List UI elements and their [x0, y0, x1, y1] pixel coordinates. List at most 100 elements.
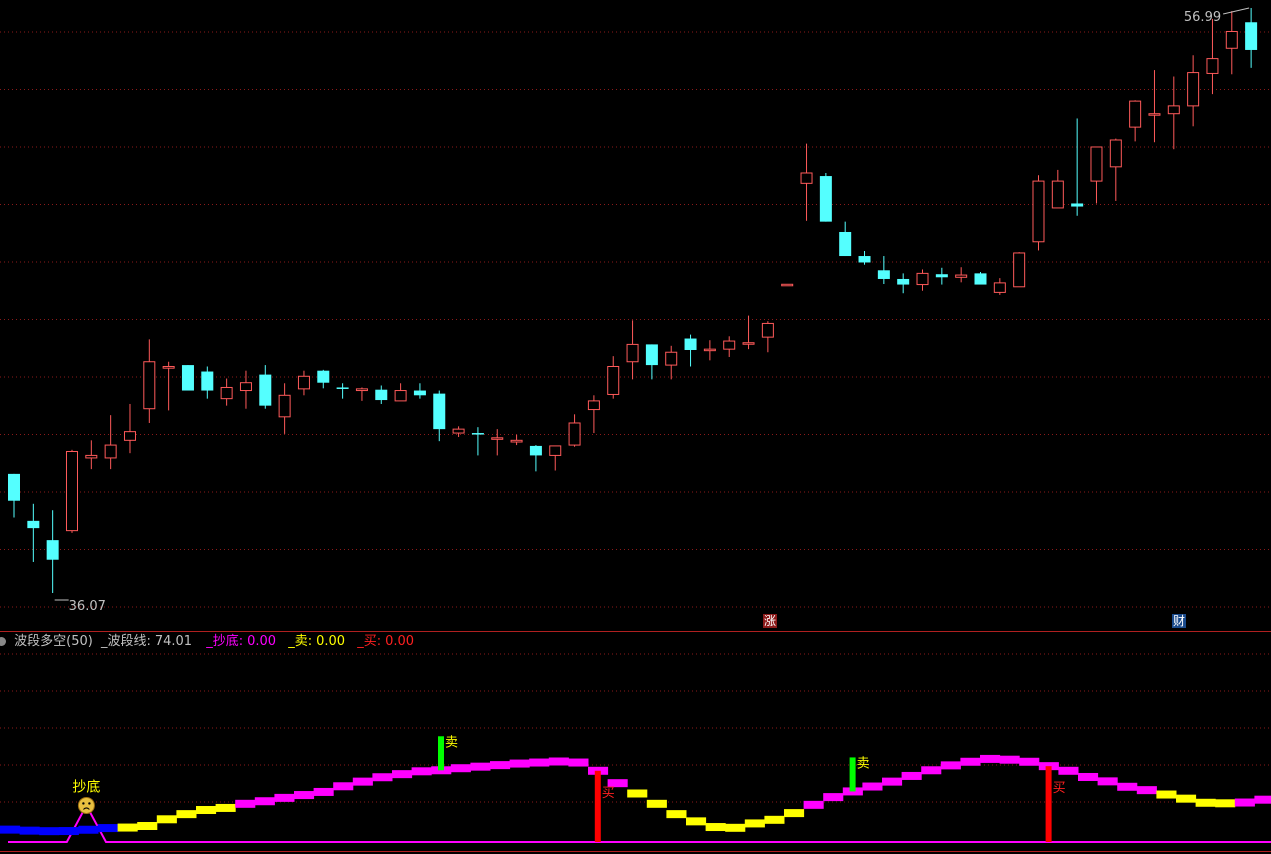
candle-body — [220, 386, 233, 400]
candle[interactable] — [355, 387, 368, 401]
candle[interactable] — [104, 415, 117, 470]
candle[interactable] — [510, 434, 523, 446]
candle[interactable] — [935, 267, 948, 285]
candle[interactable] — [761, 321, 774, 353]
candle[interactable] — [684, 334, 697, 367]
candle[interactable] — [452, 426, 465, 437]
candle[interactable] — [587, 395, 600, 434]
wave-segment — [254, 797, 275, 806]
candle[interactable] — [336, 383, 349, 399]
wave-segment — [490, 761, 511, 770]
candle[interactable] — [491, 429, 504, 456]
wave-segment — [1058, 766, 1079, 775]
candle[interactable] — [723, 336, 736, 357]
candle-body — [568, 422, 581, 446]
candle-body — [974, 273, 987, 285]
wave-segment — [372, 773, 393, 782]
candle[interactable] — [1051, 169, 1064, 209]
candle[interactable] — [626, 320, 639, 380]
candle-body — [819, 176, 832, 222]
candle[interactable] — [65, 449, 78, 533]
candle[interactable] — [877, 256, 890, 285]
candle[interactable] — [471, 427, 484, 456]
candle[interactable] — [1167, 76, 1180, 150]
indicator-settings-icon[interactable] — [0, 637, 6, 646]
candle-body — [162, 365, 175, 369]
candle[interactable] — [993, 278, 1006, 295]
candle[interactable] — [1225, 11, 1238, 75]
candle[interactable] — [742, 315, 755, 350]
candle[interactable] — [665, 345, 678, 380]
candle[interactable] — [529, 445, 542, 472]
candle[interactable] — [1206, 18, 1219, 95]
candle[interactable] — [568, 414, 581, 447]
candle[interactable] — [8, 473, 20, 518]
candle[interactable] — [278, 383, 291, 434]
candle[interactable] — [974, 271, 987, 285]
candle-body — [65, 451, 78, 532]
candle[interactable] — [839, 221, 852, 257]
candle[interactable] — [607, 356, 620, 399]
candle[interactable] — [201, 366, 214, 399]
candle[interactable] — [1129, 100, 1142, 142]
candle[interactable] — [645, 344, 658, 380]
wave-segment — [784, 809, 805, 818]
candle[interactable] — [1245, 8, 1258, 68]
candle[interactable] — [394, 383, 407, 402]
candle[interactable] — [375, 385, 388, 404]
candle[interactable] — [819, 172, 832, 222]
candle-body — [452, 428, 465, 434]
candle[interactable] — [897, 273, 910, 294]
wave-segment — [744, 819, 765, 828]
candle-body — [1109, 139, 1122, 168]
candle-body — [665, 351, 678, 366]
candle[interactable] — [123, 403, 136, 454]
candle[interactable] — [1032, 175, 1045, 251]
sell-signal-bar — [849, 757, 856, 792]
candle[interactable] — [259, 365, 272, 409]
candle[interactable] — [955, 267, 968, 283]
event-tag-cai[interactable]: 财 — [1172, 614, 1187, 628]
event-tag-zhang[interactable]: 涨 — [763, 614, 778, 628]
candle-body — [1206, 58, 1219, 74]
candle[interactable] — [858, 251, 871, 265]
candle[interactable] — [317, 369, 330, 389]
candle[interactable] — [1071, 118, 1084, 216]
buy-value: 0.00 — [385, 634, 415, 649]
buy-signal-label: 买 — [602, 786, 615, 801]
candle[interactable] — [181, 365, 194, 391]
candle-body — [935, 274, 948, 278]
wave-segment — [725, 823, 746, 832]
candle[interactable] — [1187, 55, 1200, 127]
candle[interactable] — [297, 370, 310, 396]
candle[interactable] — [433, 390, 446, 442]
wave-segment — [1195, 798, 1216, 807]
candle[interactable] — [413, 383, 426, 399]
wave-segment — [196, 806, 217, 815]
candle[interactable] — [1013, 252, 1026, 288]
candle[interactable] — [549, 445, 562, 471]
candle[interactable] — [781, 283, 794, 287]
candle[interactable] — [1109, 138, 1122, 201]
candle-body — [1245, 22, 1258, 50]
candle[interactable] — [143, 339, 156, 423]
wave-segment — [999, 755, 1020, 764]
candle[interactable] — [85, 440, 98, 470]
candle[interactable] — [239, 370, 252, 409]
wave-segment — [1136, 786, 1157, 795]
wave-segment — [215, 803, 236, 812]
chaodi-face-icon — [77, 796, 95, 814]
candle[interactable] — [220, 378, 233, 406]
candle[interactable] — [703, 340, 716, 361]
candle[interactable] — [46, 510, 59, 593]
candle[interactable] — [27, 503, 40, 562]
candle-body — [201, 371, 214, 391]
candle[interactable] — [916, 269, 929, 291]
candle[interactable] — [800, 143, 813, 221]
candle[interactable] — [1148, 70, 1161, 143]
candle[interactable] — [162, 361, 175, 411]
candle[interactable] — [1090, 146, 1103, 204]
candle-body — [278, 394, 291, 418]
candle-body — [993, 282, 1006, 293]
wave-segment — [117, 823, 138, 832]
